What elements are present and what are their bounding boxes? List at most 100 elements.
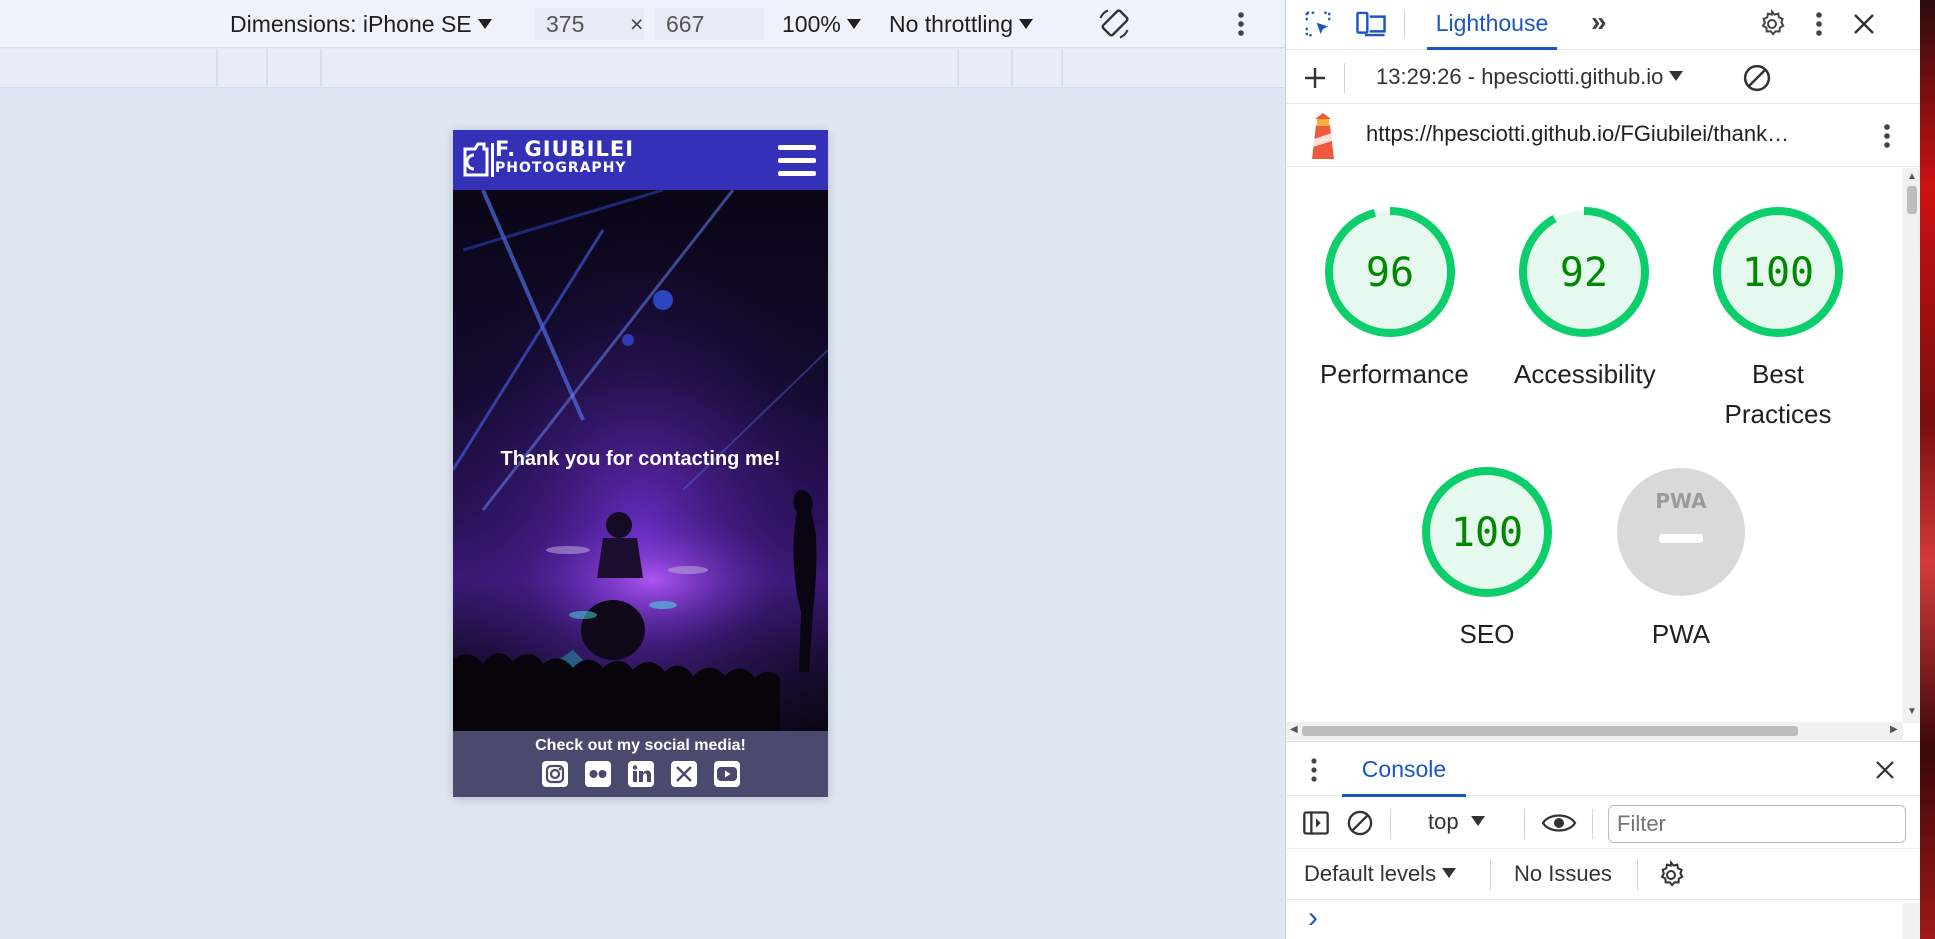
levels-dropdown[interactable]: Default levels [1304, 861, 1457, 887]
x-icon[interactable] [670, 760, 698, 793]
site-logo[interactable]: F. GIUBILEI PHOTOGRAPHY [495, 138, 634, 176]
site-footer: Check out my social media! [453, 731, 828, 797]
issues-count[interactable]: No Issues [1514, 861, 1612, 887]
pwa-badge-text: PWA [1655, 489, 1707, 513]
scroll-right-icon[interactable]: ▶ [1890, 724, 1898, 735]
width-value: 375 [546, 11, 585, 37]
report-url[interactable]: https://hpesciotti.github.io/FGiubilei/t… [1366, 121, 1789, 147]
kebab-icon[interactable] [1874, 117, 1900, 155]
vertical-scrollbar[interactable]: ▲ ▼ [1903, 168, 1921, 723]
report-url-bar: https://hpesciotti.github.io/FGiubilei/t… [1286, 105, 1921, 167]
width-input[interactable]: 375 [534, 8, 644, 40]
caret-down-icon [1470, 816, 1485, 826]
drawer-tab-bar: Console [1286, 741, 1921, 797]
devtools-tab-bar: Lighthouse » [1286, 0, 1921, 50]
kebab-icon[interactable] [1806, 6, 1832, 42]
caret-down-icon [1442, 868, 1457, 878]
caret-down-icon [477, 19, 492, 29]
hamburger-menu-icon[interactable] [778, 143, 816, 177]
height-input[interactable]: 667 [654, 8, 764, 40]
pwa-badge-icon: PWA [1617, 468, 1745, 596]
dimensions-dropdown[interactable]: Dimensions: iPhone SE [230, 8, 492, 40]
linkedin-icon[interactable] [627, 760, 655, 793]
svg-text:92: 92 [1560, 250, 1608, 296]
caret-down-icon [846, 19, 861, 29]
scroll-down-icon[interactable]: ▼ [1907, 706, 1917, 717]
svg-text:100: 100 [1451, 510, 1523, 556]
drawer-menu-icon[interactable] [1304, 754, 1324, 786]
seo-label: SEO [1459, 619, 1515, 649]
close-drawer-icon[interactable] [1871, 756, 1899, 784]
report-select[interactable]: 13:29:26 - hpesciotti.github.io [1376, 64, 1684, 90]
scroll-thumb[interactable] [1907, 186, 1917, 214]
caret-down-icon [1019, 19, 1034, 29]
hero-image: Thank you for contacting me! [453, 190, 828, 731]
close-icon[interactable] [1846, 6, 1882, 42]
more-tabs-icon[interactable]: » [1591, 6, 1607, 38]
console-scrollbar[interactable] [1903, 903, 1921, 939]
levels-label: Default levels [1304, 861, 1437, 886]
inspect-element-icon[interactable] [1300, 5, 1336, 43]
context-select[interactable]: top [1428, 809, 1485, 835]
sidebar-toggle-icon[interactable] [1300, 807, 1332, 839]
svg-text:100: 100 [1742, 250, 1814, 296]
plus-icon[interactable] [1298, 61, 1332, 95]
score-ring: 100 [1713, 207, 1843, 337]
tab-lighthouse[interactable]: Lighthouse [1427, 0, 1557, 50]
pwa-label: PWA [1651, 619, 1711, 649]
instagram-icon[interactable] [541, 760, 569, 793]
context-label: top [1428, 809, 1459, 834]
best-practices-gauge[interactable]: 100 Best Practices [1708, 206, 1848, 434]
accessibility-gauge[interactable]: 92 Accessibility [1514, 206, 1656, 394]
caret-down-icon [1669, 71, 1684, 81]
camera-logo-icon[interactable] [461, 139, 495, 181]
settings-gear-icon[interactable] [1754, 5, 1790, 43]
filter-input[interactable] [1608, 805, 1906, 843]
device-toggle-icon[interactable] [1352, 5, 1390, 43]
scroll-left-icon[interactable]: ◀ [1290, 724, 1298, 735]
score-ring: 92 [1519, 207, 1649, 337]
zoom-label: 100% [782, 11, 841, 37]
height-value: 667 [666, 11, 705, 37]
throttling-dropdown[interactable]: No throttling [889, 8, 1034, 40]
report-timestamp: 13:29:26 - hpesciotti.github.io [1376, 64, 1664, 89]
seo-gauge[interactable]: 100 SEO [1417, 466, 1557, 654]
performance-gauge[interactable]: 96 Performance [1320, 206, 1469, 394]
horizontal-scrollbar[interactable]: ◀ ▶ [1286, 722, 1903, 740]
accessibility-label: Accessibility [1514, 359, 1656, 389]
youtube-icon[interactable] [713, 760, 741, 793]
clear-console-icon[interactable] [1344, 807, 1376, 839]
pwa-gauge[interactable]: PWA PWA [1611, 466, 1751, 654]
background-window-edge [1920, 0, 1935, 939]
device-toolbar: Dimensions: iPhone SE 375 × 667 100% No … [0, 0, 1285, 48]
tab-console[interactable]: Console [1342, 742, 1466, 797]
dimensions-label: Dimensions: iPhone SE [230, 11, 472, 37]
media-query-ruler[interactable] [0, 49, 1285, 88]
performance-label: Performance [1320, 359, 1469, 389]
footer-text: Check out my social media! [535, 737, 746, 754]
thank-you-heading: Thank you for contacting me! [500, 448, 781, 470]
flickr-icon[interactable] [584, 760, 612, 793]
best-practices-label: Best Practices [1724, 359, 1832, 429]
clear-icon[interactable] [1740, 61, 1774, 95]
eye-icon[interactable] [1538, 807, 1580, 839]
logo-title: F. GIUBILEI [495, 137, 635, 161]
scroll-up-icon[interactable]: ▲ [1907, 171, 1917, 182]
console-prompt-icon[interactable]: › [1308, 903, 1318, 933]
scroll-thumb[interactable] [1302, 726, 1798, 736]
kebab-icon[interactable] [1226, 6, 1256, 42]
rotate-icon[interactable] [1094, 4, 1134, 44]
throttling-label: No throttling [889, 11, 1014, 37]
lighthouse-logo-icon [1306, 113, 1340, 159]
zoom-dropdown[interactable]: 100% [782, 8, 861, 40]
console-toolbar: top [1286, 797, 1921, 849]
score-ring: 96 [1325, 207, 1455, 337]
devtools-panel: Lighthouse » 13:29:26 - hpesciotti.githu… [1285, 0, 1921, 939]
site-header: F. GIUBILEI PHOTOGRAPHY [453, 130, 828, 190]
times-sign: × [630, 11, 644, 37]
console-toolbar-secondary: Default levels No Issues [1286, 850, 1921, 900]
device-viewport: F. GIUBILEI PHOTOGRAPHY Thank you for co… [453, 130, 828, 797]
console-settings-gear-icon[interactable] [1654, 858, 1688, 892]
lighthouse-scores: 96 Performance 92 Accessibility 100 Best… [1286, 168, 1903, 703]
lighthouse-toolbar: 13:29:26 - hpesciotti.github.io [1286, 51, 1921, 104]
